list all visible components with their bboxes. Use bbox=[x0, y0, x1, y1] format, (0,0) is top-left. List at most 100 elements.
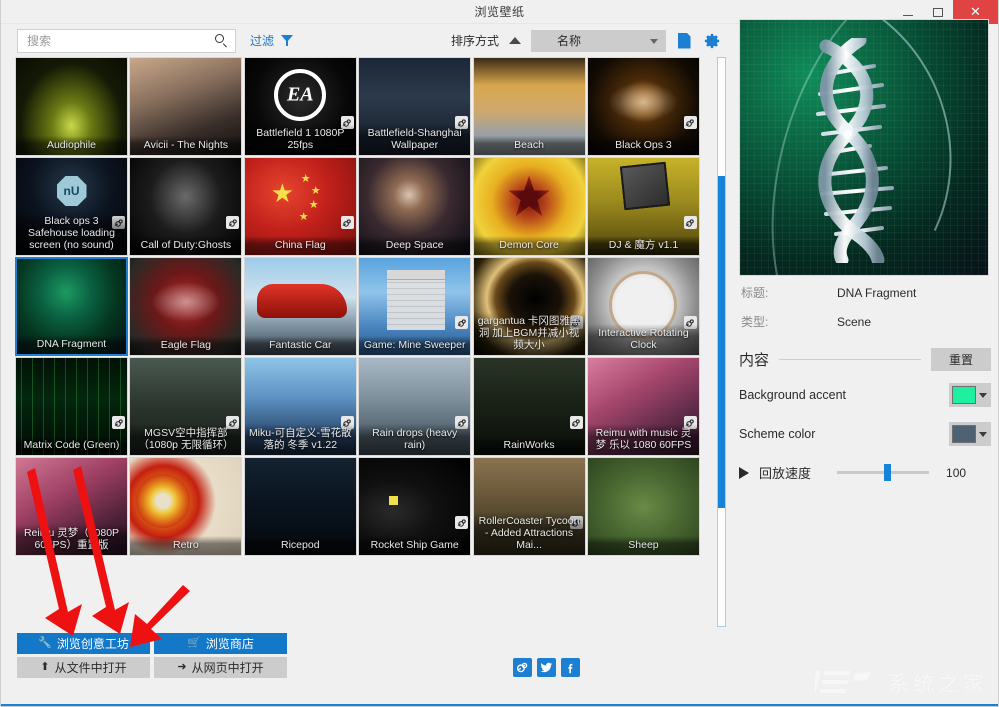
window-title: 浏览壁纸 bbox=[474, 3, 524, 20]
wallpaper-tile[interactable]: Audiophile bbox=[15, 57, 128, 156]
sort-field-select[interactable]: 名称 bbox=[531, 30, 666, 52]
wallpaper-tile-label: MGSV空中指挥部（1080p 无限循环） bbox=[130, 424, 241, 455]
detail-title-value: DNA Fragment bbox=[837, 286, 916, 300]
wallpaper-tile-label: Beach bbox=[474, 136, 585, 155]
grid-scrollbar[interactable] bbox=[717, 57, 726, 627]
sort-direction-ascending-icon[interactable] bbox=[509, 37, 521, 44]
new-document-button[interactable] bbox=[674, 30, 694, 52]
watermark-logo-icon bbox=[815, 668, 873, 696]
wallpaper-tile-label: Deep Space bbox=[359, 236, 470, 255]
wallpaper-tile[interactable]: Avicii - The Nights bbox=[129, 57, 242, 156]
filter-link[interactable]: 过滤 bbox=[250, 32, 274, 49]
wallpaper-tile[interactable]: ★★★★★China Flag bbox=[244, 157, 357, 256]
search-icon[interactable] bbox=[215, 34, 229, 48]
open-from-file-button[interactable]: ⬆ 从文件中打开 bbox=[17, 657, 150, 678]
wallpaper-tile[interactable]: Rocket Ship Game bbox=[358, 457, 471, 556]
twitter-icon[interactable] bbox=[537, 658, 556, 677]
upload-icon: ⬆ bbox=[40, 662, 49, 673]
sort-field-value: 名称 bbox=[557, 32, 581, 49]
wallpaper-tile[interactable]: Call of Duty:Ghosts bbox=[129, 157, 242, 256]
wallpaper-tile[interactable]: RainWorks bbox=[473, 357, 586, 456]
wallpaper-tile-label: Rocket Ship Game bbox=[359, 536, 470, 555]
wallpaper-tile[interactable]: Battlefield-Shanghai Wallpaper bbox=[358, 57, 471, 156]
wallpaper-tile[interactable]: Sheep bbox=[587, 457, 700, 556]
browse-workshop-button[interactable]: 🔧 浏览创意工坊 bbox=[17, 633, 150, 654]
wallpaper-tile[interactable]: Miku-可自定义-雪花散落的 冬季 v1.22 bbox=[244, 357, 357, 456]
wallpaper-tile-label: Retro bbox=[130, 536, 241, 555]
detail-title-key: 标题: bbox=[739, 284, 837, 301]
open-from-web-label: 从网页中打开 bbox=[192, 659, 264, 676]
steam-icon[interactable] bbox=[513, 658, 532, 677]
background-accent-color-picker[interactable] bbox=[949, 383, 991, 407]
filter-icon[interactable] bbox=[281, 35, 293, 46]
wallpaper-tile-label: Avicii - The Nights bbox=[130, 136, 241, 155]
wallpaper-tile-label: Battlefield-Shanghai Wallpaper bbox=[359, 124, 470, 155]
wallpaper-tile[interactable]: Ricepod bbox=[244, 457, 357, 556]
wallpaper-tile-label: Interactive Rotating Clock bbox=[588, 324, 699, 355]
social-links bbox=[513, 658, 580, 677]
wallpaper-tile[interactable]: Reimu 灵梦（1080P 60FPS）重置版 bbox=[15, 457, 128, 556]
wallpaper-preview[interactable] bbox=[739, 19, 989, 276]
steam-workshop-badge-icon bbox=[684, 116, 697, 129]
wallpaper-tile[interactable]: Retro bbox=[129, 457, 242, 556]
background-accent-swatch[interactable] bbox=[952, 386, 976, 404]
wallpaper-tile[interactable]: Deep Space bbox=[358, 157, 471, 256]
wallpaper-tile[interactable]: Interactive Rotating Clock bbox=[587, 257, 700, 356]
scheme-color-swatch[interactable] bbox=[952, 425, 976, 443]
steam-workshop-badge-icon bbox=[341, 216, 354, 229]
wallpaper-tile[interactable]: Reimu with music 灵梦 乐以 1080 60FPS bbox=[587, 357, 700, 456]
minimize-icon bbox=[903, 15, 913, 16]
settings-button[interactable] bbox=[702, 30, 722, 52]
steam-workshop-badge-icon bbox=[684, 216, 697, 229]
scheme-color-picker[interactable] bbox=[949, 422, 991, 446]
browse-store-label: 浏览商店 bbox=[206, 635, 254, 652]
wallpaper-tile[interactable]: Fantastic Car bbox=[244, 257, 357, 356]
cart-icon: 🛒 bbox=[187, 638, 201, 649]
wrench-icon: 🔧 bbox=[38, 638, 52, 649]
steam-workshop-badge-icon bbox=[226, 216, 239, 229]
primary-action-row: 🔧 浏览创意工坊 🛒 浏览商店 bbox=[17, 633, 287, 654]
play-triangle-icon[interactable] bbox=[739, 467, 749, 479]
wallpaper-grid: AudiophileAvicii - The NightsEABattlefie… bbox=[15, 57, 706, 556]
wallpaper-tile[interactable]: Demon Core bbox=[473, 157, 586, 256]
wallpaper-tile[interactable]: DNA Fragment bbox=[15, 257, 128, 356]
scheme-color-label: Scheme color bbox=[739, 427, 949, 441]
facebook-icon[interactable] bbox=[561, 658, 580, 677]
details-panel: 标题: DNA Fragment 类型: Scene 内容 重置 Backgro… bbox=[739, 19, 991, 706]
wallpaper-tile-label: Audiophile bbox=[16, 136, 127, 155]
grid-scrollbar-thumb[interactable] bbox=[718, 176, 725, 508]
wallpaper-tile[interactable]: nUBlack ops 3 Safehouse loading screen (… bbox=[15, 157, 128, 256]
steam-workshop-badge-icon bbox=[570, 416, 583, 429]
wallpaper-tile-label: Matrix Code (Green) bbox=[16, 436, 127, 455]
wallpaper-tile[interactable]: DJ & 魔方 v1.1 bbox=[587, 157, 700, 256]
wallpaper-tile-label: Miku-可自定义-雪花散落的 冬季 v1.22 bbox=[245, 424, 356, 455]
wallpaper-tile[interactable]: Matrix Code (Green) bbox=[15, 357, 128, 456]
wallpaper-tile[interactable]: EABattlefield 1 1080P 25fps bbox=[244, 57, 357, 156]
playback-speed-slider-thumb[interactable] bbox=[884, 464, 891, 481]
wallpaper-tile[interactable]: gargantua 卡冈图雅黑洞 加上BGM并减小视频大小 bbox=[473, 257, 586, 356]
wallpaper-tile[interactable]: Eagle Flag bbox=[129, 257, 242, 356]
wallpaper-tile-label: RainWorks bbox=[474, 436, 585, 455]
wallpaper-tile[interactable]: Black Ops 3 bbox=[587, 57, 700, 156]
steam-workshop-badge-icon bbox=[455, 516, 468, 529]
scheme-color-row: Scheme color bbox=[739, 419, 991, 449]
chevron-down-icon bbox=[650, 39, 658, 44]
playback-speed-slider[interactable] bbox=[837, 471, 929, 474]
open-from-web-button[interactable]: ➜ 从网页中打开 bbox=[154, 657, 287, 678]
wallpaper-tile[interactable]: Rain drops (heavy rain) bbox=[358, 357, 471, 456]
wallpaper-tile[interactable]: Game: Mine Sweeper bbox=[358, 257, 471, 356]
wallpaper-tile-label: gargantua 卡冈图雅黑洞 加上BGM并减小视频大小 bbox=[474, 312, 585, 355]
search-box[interactable] bbox=[17, 29, 236, 53]
browse-store-button[interactable]: 🛒 浏览商店 bbox=[154, 633, 287, 654]
wallpaper-tile[interactable]: Beach bbox=[473, 57, 586, 156]
detail-title-row: 标题: DNA Fragment bbox=[739, 280, 991, 305]
wallpaper-tile[interactable]: MGSV空中指挥部（1080p 无限循环） bbox=[129, 357, 242, 456]
detail-type-value: Scene bbox=[837, 315, 871, 329]
wallpaper-tile[interactable]: RollerCoaster Tycoon - Added Attractions… bbox=[473, 457, 586, 556]
wallpaper-tile-label: Black ops 3 Safehouse loading screen (no… bbox=[16, 212, 127, 255]
reset-button[interactable]: 重置 bbox=[931, 348, 991, 371]
search-input[interactable] bbox=[27, 34, 215, 48]
browse-wallpapers-window: 浏览壁纸 ✕ 过滤 排序方式 名称 bbox=[0, 0, 999, 707]
wallpaper-tile-label: Black Ops 3 bbox=[588, 136, 699, 155]
steam-workshop-badge-icon bbox=[112, 416, 125, 429]
